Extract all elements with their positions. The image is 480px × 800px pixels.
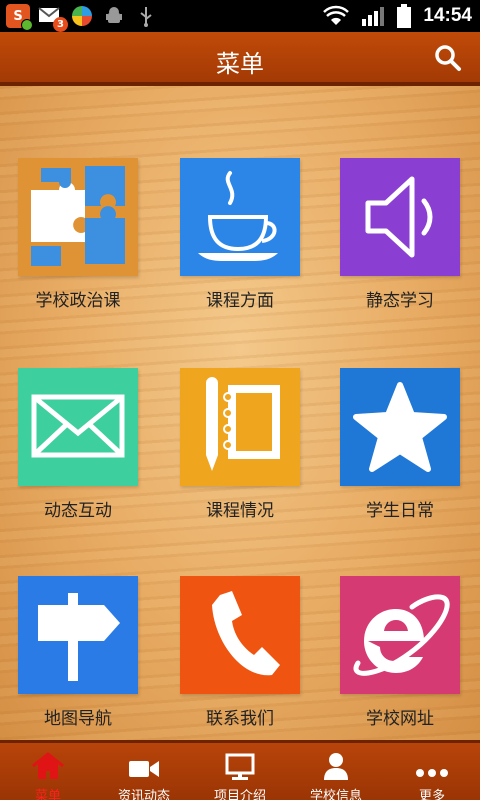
tile-dynamic-interaction[interactable]: 动态互动 [18,368,138,521]
tile-static-learning-box[interactable] [340,158,460,276]
battery-icon [397,4,412,28]
tile-label: 动态互动 [44,501,112,521]
page-title: 菜单 [216,50,264,78]
tile-school-website[interactable]: 学校网址 [340,576,460,729]
mail-notification-icon: 3 [38,4,68,32]
tile-course-aspects-box[interactable] [180,158,300,276]
tile-school-website-box[interactable] [340,576,460,694]
usb-icon [134,4,158,28]
nav-item-more[interactable]: 更多 [384,743,480,800]
tile-label: 学校网址 [366,709,434,729]
nav-item-school-info[interactable]: 学校信息 [288,743,384,800]
tile-student-daily-box[interactable] [340,368,460,486]
tile-student-daily[interactable]: 学生日常 [340,368,460,521]
monitor-icon [225,753,255,780]
tile-label: 静态学习 [366,291,434,311]
tile-label: 地图导航 [44,709,112,729]
tile-contact-us[interactable]: 联系我们 [180,576,300,729]
nav-item-news[interactable]: 资讯动态 [96,743,192,800]
phone-icon [212,591,280,676]
search-icon [435,45,461,71]
more-dots-icon [416,769,448,777]
tile-static-learning[interactable]: 静态学习 [340,158,460,311]
nav-label: 项目介绍 [213,789,266,800]
notebook-pen-icon [206,377,280,471]
tile-course-aspects[interactable]: 课程方面 [180,158,300,311]
tile-map-navigation[interactable]: 地图导航 [18,576,138,729]
nav-label: 资讯动态 [117,789,170,800]
tile-course-status-box[interactable] [180,368,300,486]
speaker-icon [365,176,433,258]
envelope-icon [31,394,125,458]
nav-label: 更多 [418,789,445,800]
tile-contact-us-box[interactable] [180,576,300,694]
coffee-cup-icon [198,171,278,261]
tile-school-politics-box[interactable] [18,158,138,276]
signal-strength-icon [362,7,385,26]
bottom-navigation: 菜单 资讯动态 项目介绍 学校信息 更多 [0,740,480,800]
video-camera-icon [129,761,159,777]
top-app-bar: 菜单 [0,32,480,86]
internet-explorer-icon [353,594,450,676]
tile-course-status[interactable]: 课程情况 [180,368,300,521]
nav-label: 学校信息 [309,789,362,800]
tile-school-politics[interactable]: 学校政治课 [18,158,138,311]
notification-badge: 3 [53,17,68,32]
wifi-icon [323,5,350,25]
star-icon [353,382,447,472]
colorful-app-notification-icon [70,4,94,28]
signpost-icon [38,593,120,681]
tile-dynamic-interaction-box[interactable] [18,368,138,486]
status-time: 14:54 [423,5,472,26]
search-button[interactable] [432,42,464,74]
app-s-notification-icon: S [6,4,33,31]
tile-label: 学生日常 [366,501,434,521]
status-bar: S 3 14:54 [0,0,480,32]
tile-label: 联系我们 [206,709,274,729]
nav-item-projects[interactable]: 项目介绍 [192,743,288,800]
tile-label: 学校政治课 [35,291,121,311]
home-icon [32,752,64,779]
menu-grid: 学校政治课 课程方面 静态学习 动态互动 课程情况 学生日常 地图导航 联系我们… [0,86,480,740]
nav-item-menu[interactable]: 菜单 [0,743,96,800]
tile-map-navigation-box[interactable] [18,576,138,694]
puzzle-icon [31,166,125,266]
nav-label: 菜单 [34,789,61,800]
person-icon [324,753,348,780]
tile-label: 课程情况 [206,501,274,521]
tile-label: 课程方面 [206,291,274,311]
android-debug-icon [102,4,126,28]
